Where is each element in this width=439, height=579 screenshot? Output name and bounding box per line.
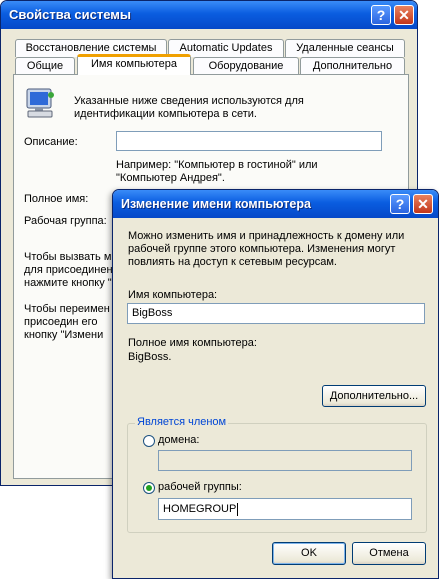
example-text-2: "Компьютер Андрея".: [116, 172, 225, 184]
system-properties-title: Свойства системы: [9, 7, 131, 22]
rename-computer-dialog: Изменение имени компьютера ? ✕ Можно изм…: [112, 189, 439, 579]
more-button[interactable]: Дополнительно...: [322, 385, 426, 407]
dialog-help-icon[interactable]: ?: [390, 194, 410, 214]
info-text-1: Указанные ниже сведения используются для: [74, 95, 304, 107]
info-text-2: идентификации компьютера в сети.: [74, 108, 257, 120]
workgroup-radio[interactable]: [143, 482, 155, 494]
member-of-label: Является членом: [135, 416, 229, 428]
dialog-info-1: Можно изменить имя и принадлежность к до…: [128, 230, 405, 242]
tab-advanced[interactable]: Дополнительно: [300, 57, 405, 75]
close-icon[interactable]: ✕: [394, 5, 414, 25]
dialog-close-icon[interactable]: ✕: [413, 194, 433, 214]
dialog-info-3: повлиять на доступ к сетевым ресурсам.: [128, 256, 337, 268]
description-label: Описание:: [24, 136, 78, 148]
dialog-info-2: рабочей группе этого компьютера. Изменен…: [128, 243, 396, 255]
paragraph-1-line-2: для присоединен: [24, 264, 113, 276]
computer-name-input[interactable]: BigBoss: [127, 303, 425, 324]
rename-dialog-title: Изменение имени компьютера: [121, 197, 311, 211]
cancel-button[interactable]: Отмена: [352, 542, 426, 565]
domain-label: домена:: [158, 434, 200, 446]
fullname-label: Полное имя:: [24, 193, 89, 205]
text-caret: [237, 502, 239, 516]
domain-radio[interactable]: [143, 435, 155, 447]
domain-input[interactable]: [158, 450, 412, 471]
workgroup-radio-label: рабочей группы:: [158, 481, 242, 493]
paragraph-2-line-2: присоедин его: [24, 316, 98, 328]
tab-remote-sessions[interactable]: Удаленные сеансы: [285, 39, 405, 57]
workgroup-input[interactable]: HOMEGROUP: [158, 498, 412, 520]
example-text-1: Например: "Компьютер в гостиной" или: [116, 159, 318, 171]
tab-general[interactable]: Общие: [15, 57, 75, 75]
computer-name-label: Имя компьютера:: [128, 289, 218, 301]
tab-computer-name[interactable]: Имя компьютера: [77, 54, 191, 75]
paragraph-2-line-1: Чтобы переимен: [24, 303, 110, 315]
ok-button[interactable]: OK: [272, 542, 346, 565]
system-properties-titlebar[interactable]: Свойства системы: [1, 1, 417, 29]
full-name-label: Полное имя компьютера:: [128, 337, 257, 349]
full-name-value: BigBoss.: [128, 351, 172, 363]
workgroup-label: Рабочая группа:: [24, 215, 107, 227]
paragraph-2-line-3: кнопку "Измени: [24, 329, 104, 341]
tab-hardware[interactable]: Оборудование: [193, 57, 299, 75]
workgroup-value: HOMEGROUP: [163, 503, 237, 515]
description-input[interactable]: [116, 131, 382, 151]
paragraph-1-line-3: нажмите кнопку ": [24, 277, 112, 289]
help-icon[interactable]: ?: [371, 5, 391, 25]
computer-icon: [24, 87, 58, 121]
paragraph-1-line-1: Чтобы вызвать м: [24, 251, 112, 263]
